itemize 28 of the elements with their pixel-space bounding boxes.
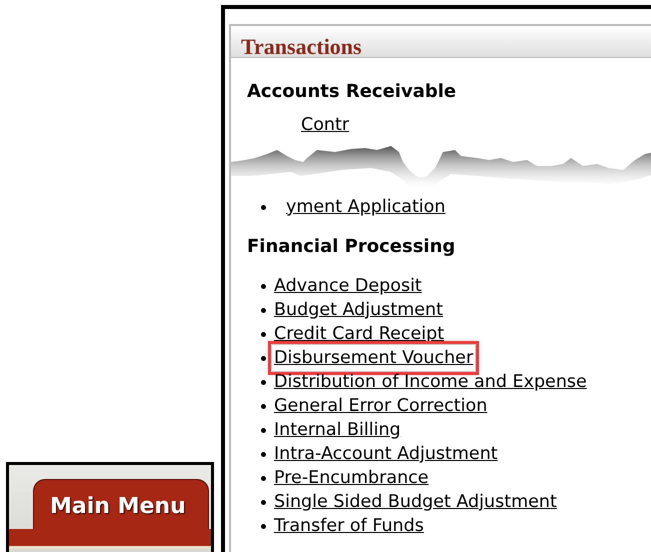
bullet-icon <box>261 476 266 480</box>
bullet-icon <box>261 428 266 432</box>
bullet-icon <box>261 356 266 360</box>
bullet-icon <box>261 380 266 384</box>
bullet-icon <box>261 284 266 288</box>
section-heading: Accounts Receivable <box>247 80 456 104</box>
bullet-icon <box>261 500 266 504</box>
menu-link[interactable]: Internal Billing <box>272 416 403 444</box>
menu-link[interactable]: Credit Card Receipt <box>272 320 446 348</box>
menu-link[interactable]: Distribution of Income and Expense <box>272 368 589 396</box>
menu-link[interactable]: Single Sided Budget Adjustment <box>272 488 559 516</box>
main-menu-tab[interactable]: Main Menu <box>33 479 209 529</box>
menu-link[interactable]: Pre-Encumbrance <box>272 464 431 492</box>
section-heading: Financial Processing <box>247 235 456 259</box>
menu-link[interactable]: Advance Deposit <box>272 272 424 300</box>
menu-link[interactable]: Intra-Account Adjustment <box>272 440 500 468</box>
panel-title: Transactions <box>241 34 362 59</box>
menu-link[interactable]: General Error Correction <box>272 392 490 420</box>
menu-link[interactable]: Budget Adjustment <box>272 296 445 324</box>
bullet-icon <box>261 204 266 210</box>
menu-link[interactable]: Contr <box>299 112 352 138</box>
bullet-icon <box>261 308 266 312</box>
bullet-icon <box>261 332 266 336</box>
menu-link[interactable]: yment Application <box>284 194 448 220</box>
bullet-icon <box>261 404 266 408</box>
bullet-icon <box>261 524 266 528</box>
bullet-icon <box>261 452 266 456</box>
menu-link[interactable]: Transfer of Funds <box>272 512 426 540</box>
